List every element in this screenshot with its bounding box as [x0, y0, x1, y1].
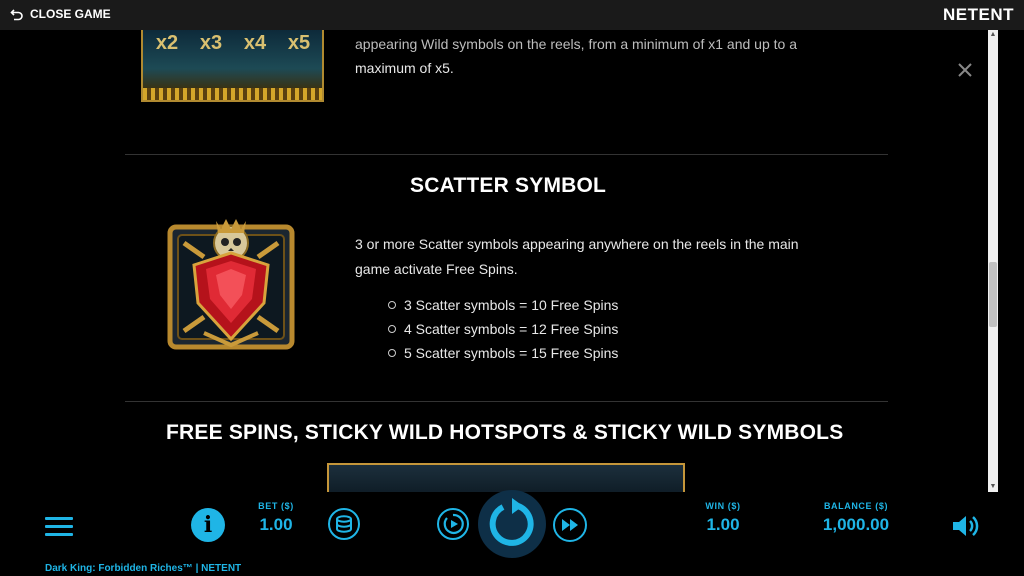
- multiplier-label: x3: [199, 32, 223, 54]
- bullet-icon: [388, 349, 396, 357]
- scatter-bullet-list: 3 Scatter symbols = 10 Free Spins 4 Scat…: [388, 293, 618, 365]
- balance-value: 1,000.00: [822, 515, 890, 534]
- menu-icon: [45, 525, 73, 528]
- scatter-text-1: 3 or more Scatter symbols appearing anyw…: [355, 236, 799, 252]
- brand-logo: NETENT: [943, 5, 1014, 24]
- paytable-content[interactable]: x2 x3 x4 x5 appearing Wild symbols on th…: [0, 30, 1000, 492]
- turbo-icon: [562, 519, 578, 531]
- bullet-text: 3 Scatter symbols = 10 Free Spins: [404, 297, 619, 313]
- game-title: Dark King: Forbidden Riches™ | NETENT: [45, 563, 242, 574]
- turbo-button[interactable]: [553, 508, 587, 542]
- info-icon: i: [203, 512, 213, 538]
- win-value: 1.00: [706, 515, 740, 534]
- close-game-label: CLOSE GAME: [30, 7, 111, 21]
- win-label: WIN ($): [705, 501, 741, 511]
- free-spins-section-title: FREE SPINS, STICKY WILD HOTSPOTS & STICK…: [166, 421, 844, 444]
- menu-icon: [45, 517, 73, 520]
- wild-multiplier-text-2: maximum of x5.: [355, 60, 454, 76]
- scrollbar[interactable]: ▲ ▼: [988, 30, 998, 492]
- bullet-icon: [388, 301, 396, 309]
- balance-label: BALANCE ($): [823, 501, 889, 511]
- section-divider: [125, 154, 888, 155]
- top-bar: CLOSE GAME NETENT: [0, 0, 1024, 30]
- free-spins-image: [327, 463, 685, 492]
- scatter-section-title: SCATTER SYMBOL: [410, 174, 607, 197]
- bet-label: BET ($): [258, 501, 294, 511]
- close-icon[interactable]: [956, 61, 974, 79]
- scrollbar-thumb[interactable]: [989, 262, 997, 327]
- info-button[interactable]: i: [191, 508, 225, 542]
- bullet-text: 4 Scatter symbols = 12 Free Spins: [404, 321, 619, 337]
- multiplier-label: x4: [243, 32, 267, 54]
- back-arrow-icon: [10, 9, 23, 21]
- wild-multiplier-text-1: appearing Wild symbols on the reels, fro…: [355, 36, 797, 52]
- menu-button[interactable]: [45, 517, 73, 537]
- wild-multiplier-image: x2 x3 x4 x5: [141, 30, 324, 102]
- sound-icon[interactable]: [951, 513, 979, 539]
- section-divider: [125, 401, 888, 402]
- coins-icon: [336, 515, 352, 533]
- autoplay-icon: [443, 513, 464, 535]
- gold-frame: [143, 88, 322, 100]
- spin-icon: [489, 498, 534, 546]
- bet-value: 1.00: [259, 515, 293, 534]
- bullet-icon: [388, 325, 396, 333]
- autoplay-button[interactable]: [437, 508, 469, 540]
- scroll-up-arrow[interactable]: ▲: [988, 30, 998, 40]
- scatter-text-2: game activate Free Spins.: [355, 261, 518, 277]
- menu-icon: [45, 533, 73, 536]
- multiplier-label: x5: [287, 32, 311, 54]
- bet-settings-button[interactable]: [328, 508, 360, 540]
- scatter-symbol-image: [167, 219, 295, 350]
- list-item: 3 Scatter symbols = 10 Free Spins: [388, 293, 618, 317]
- list-item: 5 Scatter symbols = 15 Free Spins: [388, 341, 618, 365]
- bullet-text: 5 Scatter symbols = 15 Free Spins: [404, 345, 619, 361]
- multiplier-label: x2: [155, 32, 179, 54]
- list-item: 4 Scatter symbols = 12 Free Spins: [388, 317, 618, 341]
- scroll-down-arrow[interactable]: ▼: [988, 482, 998, 492]
- spin-button[interactable]: [478, 490, 546, 558]
- close-game-button[interactable]: CLOSE GAME: [10, 7, 111, 21]
